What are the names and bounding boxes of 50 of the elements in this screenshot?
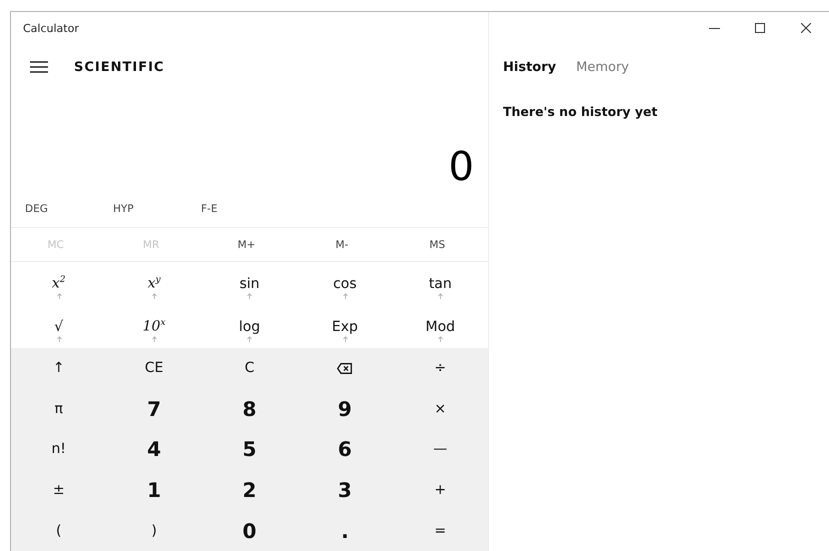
operator-key[interactable]: n!	[11, 429, 106, 470]
digit-key[interactable]: 9	[297, 388, 393, 430]
shift-arrow-icon	[152, 293, 158, 299]
menu-icon[interactable]	[30, 61, 48, 73]
operator-key[interactable]: +	[392, 470, 488, 510]
shift-arrow-icon	[152, 336, 158, 342]
operator-key[interactable]: —	[392, 429, 488, 470]
digit-key[interactable]: 0	[202, 510, 298, 551]
shift-arrow-icon	[342, 293, 348, 299]
shift-arrow-icon	[56, 293, 62, 299]
operator-key[interactable]: π	[11, 388, 106, 430]
panel-tab[interactable]: History	[503, 60, 556, 74]
digit-key[interactable]: 2	[202, 470, 298, 510]
digit-key[interactable]: 7	[106, 388, 202, 430]
memory-button[interactable]: M+	[202, 228, 298, 261]
shift-arrow-icon	[56, 336, 62, 342]
digit-key[interactable]: 6	[297, 429, 393, 470]
shift-arrow-icon	[342, 336, 348, 342]
digit-key[interactable]: 4	[106, 429, 202, 470]
shift-arrow-icon	[247, 336, 252, 342]
memory-button[interactable]: MS	[392, 228, 488, 261]
empty-history-message: There's no history yet	[503, 104, 658, 119]
mode-title: SCIENTIFIC	[74, 60, 164, 74]
operator-key[interactable]: CE	[106, 348, 202, 389]
memory-button[interactable]: M-	[297, 228, 393, 261]
close-icon	[801, 23, 811, 33]
shift-arrow-icon	[438, 293, 444, 299]
mode-button[interactable]: HYP	[107, 203, 195, 215]
operator-key[interactable]: ÷	[392, 348, 488, 389]
mode-button[interactable]: DEG	[19, 203, 107, 215]
mode-button[interactable]: F-E	[195, 203, 283, 215]
operator-key[interactable]: ×	[392, 388, 488, 430]
maximize-icon	[755, 23, 765, 33]
operator-key[interactable]: C	[202, 348, 298, 389]
digit-key[interactable]: 8	[202, 388, 298, 430]
operator-key[interactable]: ±	[11, 470, 106, 510]
display-value: 0	[448, 143, 474, 191]
operator-key[interactable]: =	[392, 510, 488, 551]
shift-arrow-icon	[247, 293, 252, 299]
digit-key[interactable]: 3	[297, 470, 393, 510]
panel-tab[interactable]: Memory	[576, 60, 629, 74]
digit-key[interactable]: 1	[106, 470, 202, 510]
backspace-icon	[337, 362, 352, 374]
digit-key[interactable]: 5	[202, 429, 298, 470]
operator-key[interactable]: ↑	[11, 348, 106, 389]
shift-arrow-icon	[438, 336, 444, 342]
operator-key[interactable]: )	[106, 510, 202, 551]
operator-key[interactable]: (	[11, 510, 106, 551]
digit-key[interactable]: .	[297, 510, 393, 551]
window-title: Calculator	[23, 22, 79, 34]
